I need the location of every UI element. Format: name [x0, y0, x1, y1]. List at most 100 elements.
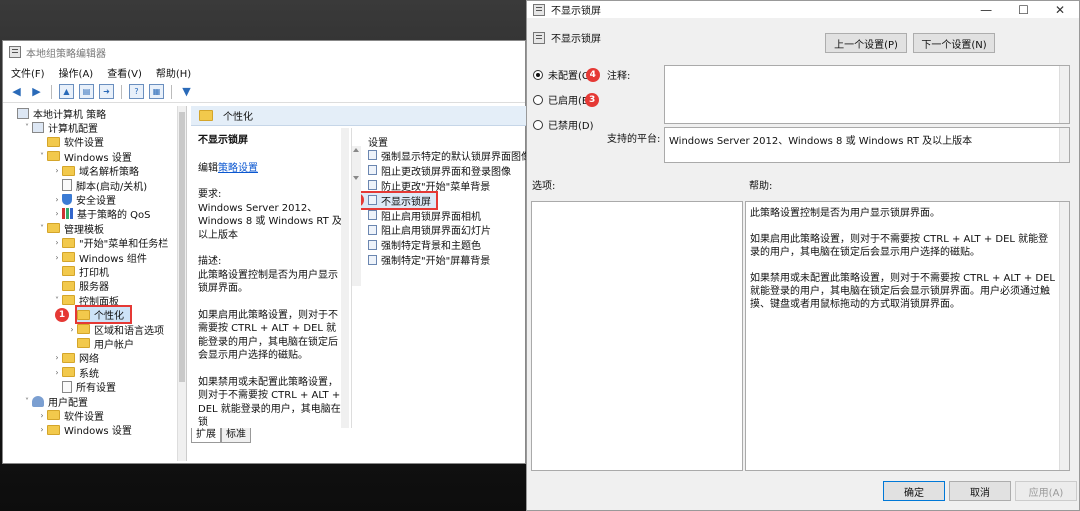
radio-button[interactable]	[533, 69, 543, 80]
platform-scrollbar[interactable]	[1059, 128, 1069, 162]
tree-item[interactable]: › "开始"菜单和任务栏	[3, 236, 186, 250]
expand-chevron-icon[interactable]: ˅	[37, 152, 47, 161]
expand-chevron-icon[interactable]: ˅	[22, 123, 32, 132]
scroll-up-arrow-icon[interactable]	[353, 148, 359, 152]
tree-item-label: 服务器	[79, 282, 109, 294]
expand-chevron-icon[interactable]: ˅	[22, 397, 32, 406]
edit-policy-link[interactable]: 策略设置	[218, 163, 258, 174]
tree-item[interactable]: › Windows 组件	[3, 250, 186, 265]
tree-item[interactable]: 服务器	[3, 279, 186, 293]
radio-button[interactable]	[533, 94, 543, 105]
setting-row[interactable]: 阻止启用锁屏界面幻灯片	[352, 222, 527, 237]
tree-item[interactable]: 用户帐户	[3, 336, 186, 351]
tree-item[interactable]: 软件设置	[3, 135, 186, 149]
settings-scrollbar[interactable]	[352, 146, 361, 286]
description-label: 描述:	[198, 256, 222, 267]
tree-item[interactable]: ˅ 计算机配置	[3, 120, 186, 135]
export-list-icon[interactable]: ➜	[99, 84, 114, 99]
tab-extended[interactable]: 扩展	[191, 428, 221, 443]
tree-item-label: 基于策略的 QoS	[77, 210, 151, 222]
state-radio[interactable]: 已禁用(D)	[533, 117, 594, 132]
comment-textarea[interactable]	[664, 65, 1070, 124]
setting-row[interactable]: 强制特定"开始"屏幕背景	[352, 252, 527, 267]
expand-chevron-icon[interactable]: ›	[52, 195, 62, 204]
radio-button[interactable]	[533, 119, 543, 130]
state-radio[interactable]: 已启用(E) 3	[533, 92, 600, 107]
tree-item[interactable]: › 网络	[3, 351, 186, 365]
prev-setting-button[interactable]: 上一个设置(P)	[825, 33, 907, 53]
setting-row[interactable]: 强制特定背景和主题色	[352, 237, 527, 252]
setting-row[interactable]: 强制显示特定的默认锁屏界面图像和	[352, 148, 527, 163]
setting-row[interactable]: 阻止更改锁屏界面和登录图像	[352, 163, 527, 178]
forward-arrow-icon[interactable]: ▶	[29, 84, 44, 99]
next-setting-button[interactable]: 下一个设置(N)	[913, 33, 995, 53]
menu-help[interactable]: 帮助(H)	[156, 65, 191, 80]
setting-row[interactable]: 阻止启用锁屏界面相机	[352, 208, 527, 223]
tree-item[interactable]: › 系统	[3, 365, 186, 380]
expand-chevron-icon[interactable]: ›	[37, 425, 47, 434]
tree-item-label: Windows 组件	[79, 253, 147, 265]
show-tree-icon[interactable]: ▤	[79, 84, 94, 99]
expand-chevron-icon[interactable]: ›	[52, 368, 62, 377]
cancel-button[interactable]: 取消	[949, 481, 1011, 501]
tree-item[interactable]: › 基于策略的 QoS	[3, 207, 186, 221]
tree-item[interactable]: › 软件设置	[3, 408, 186, 423]
tree-item[interactable]: › Windows 设置	[3, 423, 186, 437]
back-arrow-icon[interactable]: ◀	[9, 84, 24, 99]
close-icon[interactable]: ✕	[1055, 3, 1065, 17]
folder-icon	[47, 424, 60, 435]
tree-scroll-thumb[interactable]	[179, 112, 185, 382]
tab-standard[interactable]: 标准	[221, 428, 251, 443]
scroll-down-arrow-icon[interactable]	[353, 176, 359, 180]
tree-item[interactable]: ˅ Windows 设置	[3, 149, 186, 164]
up-folder-icon[interactable]: ▲	[59, 84, 74, 99]
help-icon[interactable]: ?	[129, 84, 144, 99]
edit-policy-line: 编辑策略设置	[198, 162, 345, 176]
apply-button[interactable]: 应用(A)	[1015, 481, 1077, 501]
selected-tree-node[interactable]: 个性化	[75, 305, 132, 325]
maximize-icon[interactable]: ☐	[1018, 3, 1029, 17]
tree-item[interactable]: › 域名解析策略	[3, 164, 186, 178]
requirements-label: 要求:	[198, 189, 222, 200]
computer-icon	[32, 122, 44, 134]
tree-item[interactable]: 本地计算机 策略	[3, 106, 186, 121]
folder-icon	[62, 237, 75, 248]
menu-file[interactable]: 文件(F)	[11, 65, 45, 80]
expand-chevron-icon[interactable]: ›	[37, 411, 47, 420]
tree-item[interactable]: 所有设置	[3, 379, 186, 394]
policy-setting-icon	[368, 210, 377, 220]
filter-icon[interactable]: ▼	[179, 84, 194, 99]
menu-view[interactable]: 查看(V)	[107, 65, 142, 80]
expand-chevron-icon[interactable]: ›	[52, 209, 62, 218]
ok-button[interactable]: 确定	[883, 481, 945, 501]
tree-scrollbar[interactable]	[177, 106, 186, 461]
help-scrollbar[interactable]	[1059, 202, 1069, 470]
properties-icon[interactable]: ▦	[149, 84, 164, 99]
setting-row[interactable]: 不显示锁屏2	[352, 190, 438, 210]
tree-item[interactable]: 脚本(启动/关机)	[3, 178, 186, 193]
expand-chevron-icon[interactable]: ˅	[37, 224, 47, 233]
expand-chevron-icon[interactable]: ›	[67, 325, 77, 334]
tree-item[interactable]: ˅ 用户配置	[3, 394, 186, 409]
minimize-icon[interactable]: —	[980, 3, 992, 17]
expand-chevron-icon[interactable]: ›	[52, 166, 62, 175]
comment-scrollbar[interactable]	[1059, 66, 1069, 123]
state-radio[interactable]: 未配置(C) 4	[533, 67, 600, 82]
tree-item[interactable]: › 区域和语言选项	[3, 322, 186, 337]
expand-chevron-icon[interactable]: ˅	[52, 296, 62, 305]
description-scrollbar[interactable]	[341, 128, 349, 428]
tree-item[interactable]: ˅ 控制面板	[3, 293, 186, 308]
tree-item[interactable]: › 安全设置	[3, 192, 186, 208]
tree-item[interactable]: 打印机	[3, 264, 186, 279]
gpedit-title: 本地组策略编辑器	[26, 48, 106, 60]
expand-chevron-icon[interactable]: ›	[52, 238, 62, 247]
settings-column-header[interactable]: 设置	[352, 134, 527, 149]
expand-chevron-icon[interactable]: ›	[52, 353, 62, 362]
expand-chevron-icon[interactable]: ›	[52, 253, 62, 262]
tree-item[interactable]: ˅ 管理模板	[3, 221, 186, 236]
setting-row[interactable]: 防止更改"开始"菜单背景	[352, 178, 527, 193]
tree-item[interactable]: 个性化 1	[3, 305, 186, 325]
menu-action[interactable]: 操作(A)	[59, 65, 94, 80]
folder-icon	[62, 252, 75, 263]
tree-item-label: 安全设置	[76, 196, 116, 208]
